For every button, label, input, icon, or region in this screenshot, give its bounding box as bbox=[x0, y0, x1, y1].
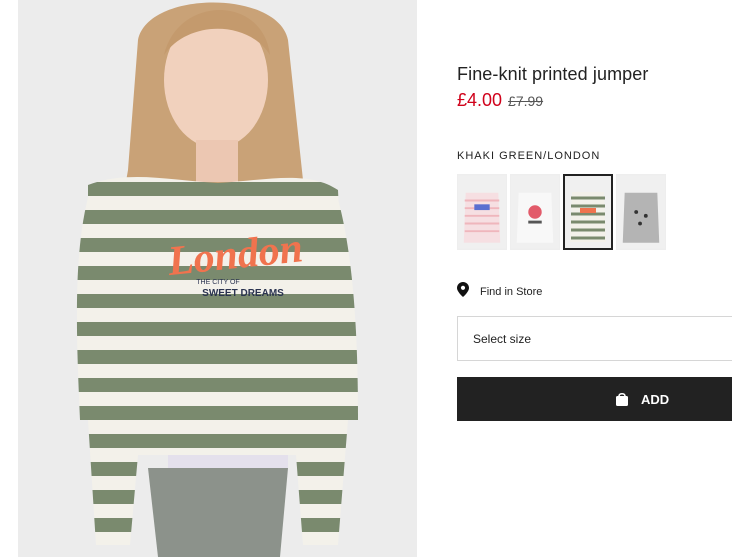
product-title: Fine-knit printed jumper bbox=[457, 64, 649, 84]
add-button-label: ADD bbox=[641, 391, 670, 407]
left-gutter bbox=[0, 0, 18, 557]
swatch-white-print[interactable] bbox=[510, 174, 560, 250]
color-swatch-list bbox=[457, 174, 666, 250]
swatch-grey-print[interactable] bbox=[616, 174, 666, 250]
find-in-store-label: Find in Store bbox=[480, 286, 543, 298]
selected-color-name: KHAKI GREEN/LONDON bbox=[457, 150, 601, 162]
price-row: £4.00 £7.99 bbox=[457, 90, 543, 111]
size-select[interactable]: Select size bbox=[457, 316, 732, 361]
product-photo-illustration: London THE CITY OF SWEET DREAMS bbox=[18, 0, 417, 557]
svg-text:SWEET DREAMS: SWEET DREAMS bbox=[202, 288, 284, 299]
original-price: £7.99 bbox=[508, 93, 544, 109]
svg-text:THE CITY OF: THE CITY OF bbox=[196, 279, 239, 286]
map-pin-icon bbox=[457, 282, 469, 302]
find-in-store-link[interactable]: Find in Store bbox=[457, 282, 542, 302]
swatch-khaki-green-london[interactable] bbox=[563, 174, 613, 250]
shopping-bag-icon bbox=[615, 392, 629, 406]
sale-price: £4.00 bbox=[457, 90, 503, 110]
swatch-pink-stripe[interactable] bbox=[457, 174, 507, 250]
product-image[interactable]: London THE CITY OF SWEET DREAMS bbox=[18, 0, 417, 557]
size-select-placeholder: Select size bbox=[473, 331, 532, 346]
add-to-bag-button[interactable]: ADD bbox=[457, 377, 732, 421]
